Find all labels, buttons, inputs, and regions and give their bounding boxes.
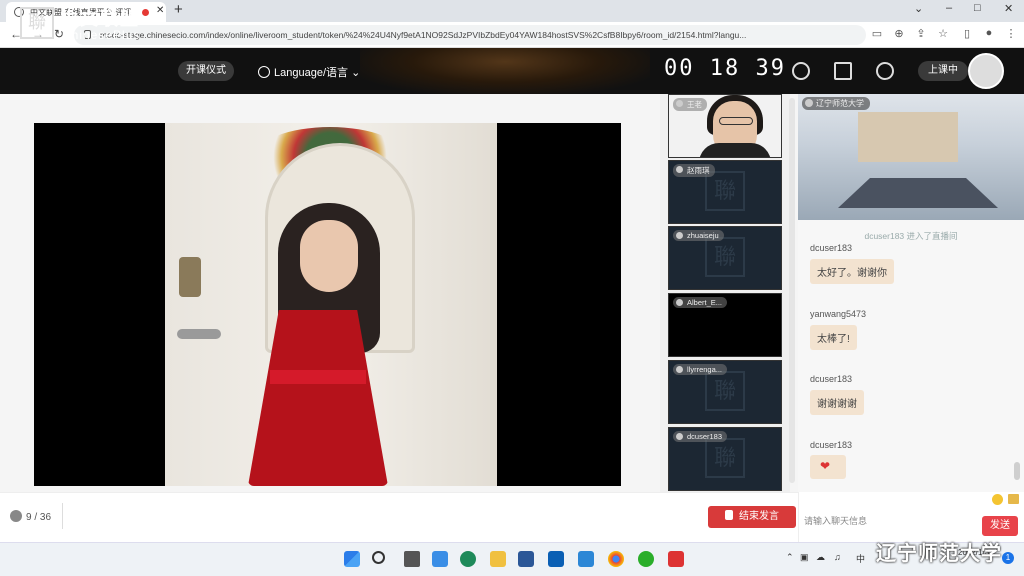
tab-search-button[interactable]: ⌄ (914, 2, 923, 15)
search-icon[interactable] (372, 551, 385, 564)
browser-tab-bar: 中文联盟-在线直播平台-评课 ✕ + ⌄ – □ ✕ (0, 0, 1024, 22)
heart-icon: ❤ (820, 459, 831, 473)
end-speaking-label: 结束发言 (739, 511, 779, 522)
ceremony-button[interactable]: 开课仪式 (178, 61, 234, 81)
participant-name: llyrrenga... (673, 364, 728, 375)
chat-username: yanwang5473 (810, 309, 867, 319)
participant-name: dcuser183 (673, 431, 728, 442)
participant-thumb[interactable]: Albert_E... (668, 293, 782, 357)
cloud-icon[interactable]: ☁ (816, 552, 825, 563)
edge-icon[interactable] (460, 551, 476, 567)
screen-share-icon[interactable] (834, 62, 852, 80)
maximize-button[interactable]: □ (974, 2, 981, 14)
notification-icon[interactable]: 1 (1002, 552, 1014, 564)
wps-icon[interactable] (668, 551, 684, 567)
close-tab-icon[interactable]: ✕ (156, 5, 164, 16)
bookmark-icon[interactable]: ☆ (936, 27, 950, 41)
sidebar-icon[interactable]: ▯ (960, 27, 974, 41)
door-handle (177, 329, 221, 339)
person-icon (10, 510, 22, 522)
participant-name: Albert_E... (673, 297, 728, 308)
mail-icon[interactable] (548, 551, 564, 567)
chat-bubble: 太棒了! (810, 325, 857, 350)
zoom-icon[interactable]: ⊕ (892, 27, 906, 41)
app-icon[interactable] (578, 551, 594, 567)
room-wall-display (858, 112, 958, 162)
end-speaking-button[interactable]: 结束发言 (708, 506, 796, 528)
tray-chevron-icon[interactable]: ⌃ (786, 552, 794, 563)
chat-username: dcuser183 (810, 374, 853, 384)
clock-icon[interactable] (792, 62, 810, 80)
placeholder-seal-icon: 聯 (705, 371, 745, 411)
chat-input[interactable]: 请输入聊天信息 (804, 514, 867, 527)
divider (62, 503, 63, 529)
new-tab-button[interactable]: + (174, 1, 183, 18)
url-field[interactable]: mooc-stage.chinesecio.com/index/online/l… (74, 25, 866, 45)
file-explorer-icon[interactable] (490, 551, 506, 567)
image-icon[interactable] (1008, 494, 1019, 504)
wechat-icon[interactable] (638, 551, 654, 567)
share-icon[interactable]: ⇪ (914, 27, 928, 41)
status-button[interactable]: 上课中 (918, 61, 968, 81)
task-view-icon[interactable] (404, 551, 420, 567)
emoji-icon[interactable] (992, 494, 1003, 505)
chat-username: dcuser183 (810, 440, 853, 450)
classroom-tag: 辽宁师范大学 (802, 97, 870, 110)
start-icon[interactable] (344, 551, 360, 567)
participant-count-text: 9 / 36 (26, 512, 52, 523)
language-selector[interactable]: Language/语言 ⌄ (258, 64, 360, 80)
placeholder-seal-icon: 聯 (705, 171, 745, 211)
participant-thumb[interactable]: 聯 zhuaiseju (668, 226, 782, 290)
minimize-button[interactable]: – (946, 2, 952, 14)
participant-scrollbar[interactable] (789, 98, 795, 483)
door-lock (179, 257, 201, 297)
chat-bubble: 太好了。谢谢你 (810, 259, 894, 284)
microphone-icon (725, 510, 733, 520)
participant-name: zhuaiseju (673, 230, 724, 241)
cast-icon[interactable]: ▭ (870, 27, 884, 41)
participant-thumb-teacher[interactable]: 王老 (668, 94, 782, 158)
conference-table (838, 178, 998, 208)
signal-icon[interactable] (876, 62, 894, 80)
student-sash (270, 370, 366, 384)
chrome-icon[interactable] (608, 551, 624, 567)
header-ornament (360, 48, 650, 94)
store-icon[interactable] (518, 551, 534, 567)
tray-app-icon[interactable]: ▣ (800, 552, 809, 563)
globe-icon (258, 66, 270, 78)
classroom-video[interactable]: 辽宁师范大学 (798, 94, 1024, 220)
ime-indicator[interactable]: 中 (856, 552, 865, 565)
teacher-shirt (699, 143, 771, 157)
close-window-button[interactable]: ✕ (1004, 2, 1013, 15)
chevron-down-icon: ⌄ (351, 67, 361, 79)
participant-name: 赵雨琪 (673, 164, 715, 177)
placeholder-seal-icon: 聯 (705, 438, 745, 478)
send-button[interactable]: 发送 (982, 516, 1018, 536)
widgets-icon[interactable] (432, 551, 448, 567)
chat-username: dcuser183 (810, 243, 853, 253)
participant-thumb[interactable]: 聯 dcuser183 (668, 427, 782, 491)
chat-bubble: 谢谢谢谢 (810, 390, 864, 415)
url-text: mooc-stage.chinesecio.com/index/online/l… (100, 30, 747, 40)
chat-scrollbar[interactable] (1014, 462, 1020, 480)
placeholder-seal-icon: 聯 (705, 237, 745, 277)
glasses-icon (719, 117, 753, 125)
student-face (300, 220, 358, 292)
system-message: dcuser183 进入了直播间 (864, 231, 958, 241)
participant-thumb[interactable]: 聯 llyrrenga... (668, 360, 782, 424)
menu-icon[interactable]: ⋮ (1004, 27, 1018, 41)
recording-icon (142, 9, 149, 16)
mic-tray-icon[interactable]: ♫ (834, 552, 841, 562)
participant-count: 9 / 36 (10, 510, 51, 523)
class-timer: 00 18 39 (664, 56, 786, 81)
logo-english: ChinesePlus (62, 28, 141, 42)
watermark: 辽宁师范大学 (876, 541, 1002, 565)
participant-name: 王老 (673, 98, 707, 111)
profile-icon[interactable]: ● (982, 27, 996, 41)
windows-taskbar (0, 542, 1024, 576)
participant-thumb[interactable]: 聯 赵雨琪 (668, 160, 782, 224)
logo-seal-icon: 聯 (20, 7, 54, 39)
language-label: Language/语言 (274, 67, 348, 79)
avatar[interactable] (968, 53, 1004, 89)
